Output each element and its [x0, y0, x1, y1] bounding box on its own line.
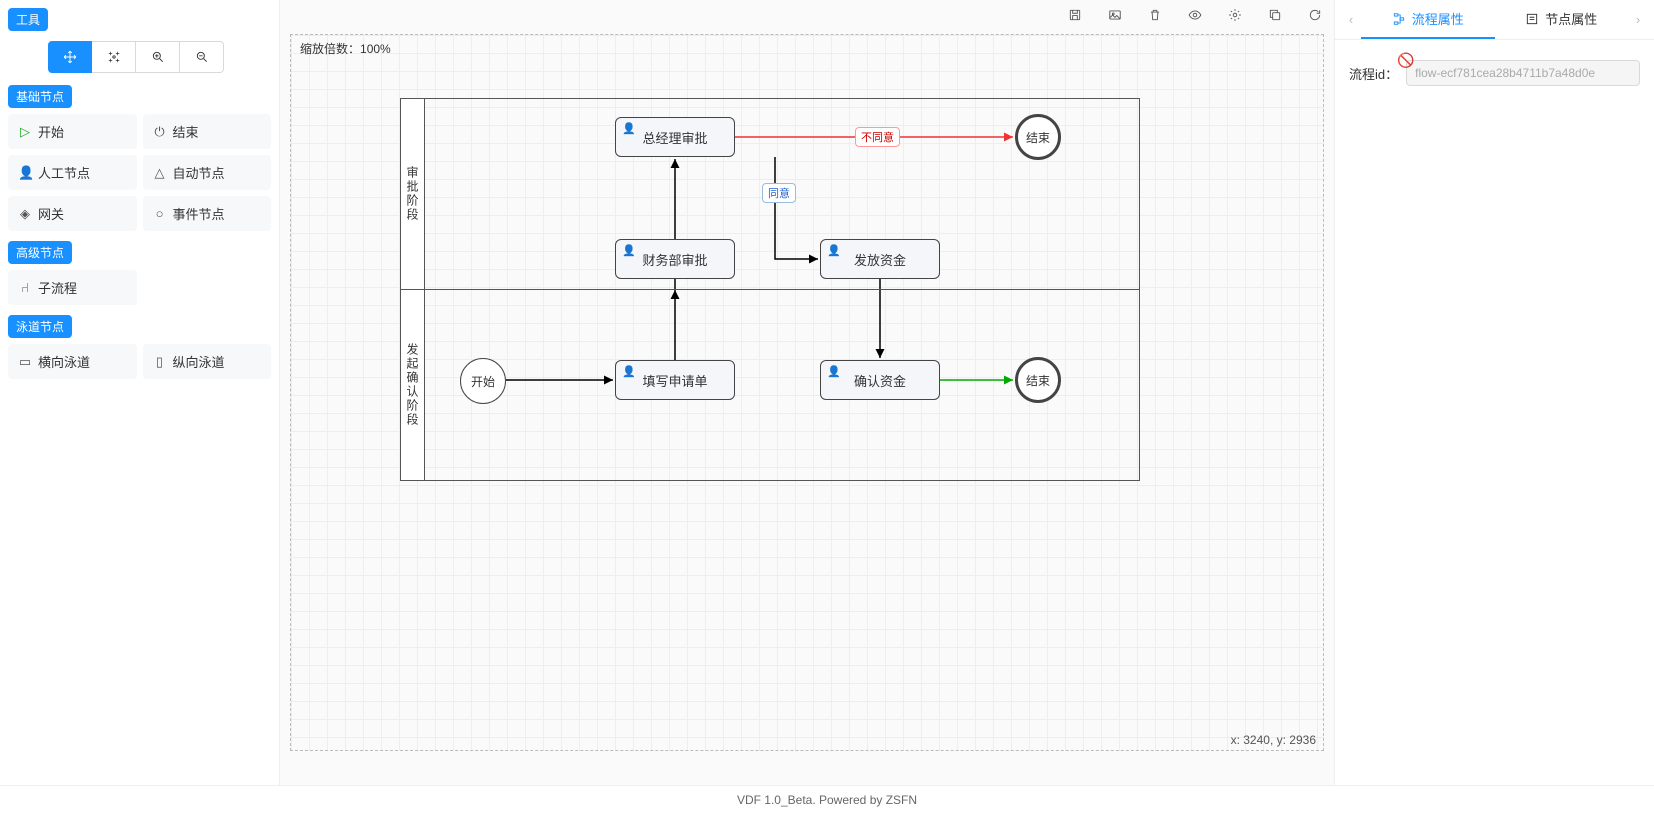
coords-label: x: 3240, y: 2936: [1231, 733, 1316, 747]
forbidden-icon: 🚫: [1397, 52, 1414, 69]
vlane-icon: ▯: [153, 354, 167, 370]
palette-gateway[interactable]: ◈网关: [8, 196, 137, 231]
palette-human[interactable]: 👤人工节点: [8, 155, 137, 190]
node-end-1[interactable]: 结束: [1015, 114, 1061, 160]
triangle-icon: △: [153, 165, 167, 181]
left-sidebar: 工具 基础节点 ▷开始 ⏻结束 👤人工节点 △自动节点 ◈网关 ○事件节点 高级…: [0, 0, 280, 785]
hlane-icon: ▭: [18, 354, 32, 370]
lane-nodes-badge: 泳道节点: [8, 315, 72, 338]
tool-mode-group: [48, 41, 271, 73]
node-icon: [1525, 12, 1539, 26]
tab-node-props[interactable]: 节点属性: [1495, 0, 1629, 39]
palette-vlane[interactable]: ▯纵向泳道: [143, 344, 272, 379]
palette-auto[interactable]: △自动节点: [143, 155, 272, 190]
tab-flow-props[interactable]: 流程属性: [1361, 0, 1495, 39]
tools-badge: 工具: [8, 8, 48, 31]
circle-icon: ○: [153, 206, 167, 221]
subprocess-icon: ⑁: [18, 280, 32, 295]
canvas-top-toolbar: [1066, 6, 1324, 24]
node-release-fund[interactable]: 👤发放资金: [820, 239, 940, 279]
edge-label-disagree[interactable]: 不同意: [855, 127, 900, 147]
palette-event[interactable]: ○事件节点: [143, 196, 272, 231]
basic-nodes-badge: 基础节点: [8, 85, 72, 108]
zoom-in-button[interactable]: [136, 41, 180, 73]
node-end-2[interactable]: 结束: [1015, 357, 1061, 403]
flow-id-label: 流程id：: [1349, 64, 1398, 83]
image-icon[interactable]: [1106, 6, 1124, 24]
advanced-nodes-badge: 高级节点: [8, 241, 72, 264]
swimlane-container[interactable]: 审批阶段 👤总经理审批 👤财务部审批 👤发放资金 结束: [400, 98, 1140, 481]
tabs-prev-icon[interactable]: ‹: [1341, 12, 1361, 27]
flow-id-input[interactable]: [1406, 60, 1640, 86]
zoom-label: 缩放倍数：100%: [300, 40, 391, 57]
flow-icon: [1392, 12, 1406, 26]
move-tool-button[interactable]: [48, 41, 92, 73]
select-tool-button[interactable]: [92, 41, 136, 73]
node-gm-approval[interactable]: 👤总经理审批: [615, 117, 735, 157]
node-fill-form[interactable]: 👤填写申请单: [615, 360, 735, 400]
right-panel: ‹ 流程属性 节点属性 › 流程id： 🚫: [1334, 0, 1654, 785]
person-icon: 👤: [622, 365, 636, 378]
footer-text: VDF 1.0_Beta. Powered by ZSFN: [0, 785, 1654, 813]
preview-icon[interactable]: [1186, 6, 1204, 24]
refresh-icon[interactable]: [1306, 6, 1324, 24]
lane-head-approval[interactable]: 审批阶段: [401, 99, 425, 289]
person-icon: 👤: [622, 244, 636, 257]
lane-head-initiate[interactable]: 发起确认阶段: [401, 290, 425, 480]
copy-icon[interactable]: [1266, 6, 1284, 24]
person-icon: 👤: [827, 244, 841, 257]
save-icon[interactable]: [1066, 6, 1084, 24]
node-confirm-fund[interactable]: 👤确认资金: [820, 360, 940, 400]
person-icon: 👤: [18, 165, 32, 181]
palette-hlane[interactable]: ▭横向泳道: [8, 344, 137, 379]
tabs-next-icon[interactable]: ›: [1628, 12, 1648, 27]
settings-icon[interactable]: [1226, 6, 1244, 24]
palette-end[interactable]: ⏻结束: [143, 114, 272, 149]
play-icon: ▷: [18, 124, 32, 140]
diamond-icon: ◈: [18, 206, 32, 222]
person-icon: 👤: [827, 365, 841, 378]
person-icon: 👤: [622, 122, 636, 135]
zoom-out-button[interactable]: [180, 41, 224, 73]
delete-icon[interactable]: [1146, 6, 1164, 24]
edge-label-agree[interactable]: 同意: [762, 183, 796, 203]
node-start[interactable]: 开始: [460, 358, 506, 404]
canvas[interactable]: 缩放倍数：100% x: 3240, y: 2936 审批阶段 👤总经理审批 👤…: [280, 0, 1334, 785]
power-icon: ⏻: [153, 124, 167, 140]
palette-start[interactable]: ▷开始: [8, 114, 137, 149]
palette-subprocess[interactable]: ⑁子流程: [8, 270, 137, 305]
node-finance-approval[interactable]: 👤财务部审批: [615, 239, 735, 279]
